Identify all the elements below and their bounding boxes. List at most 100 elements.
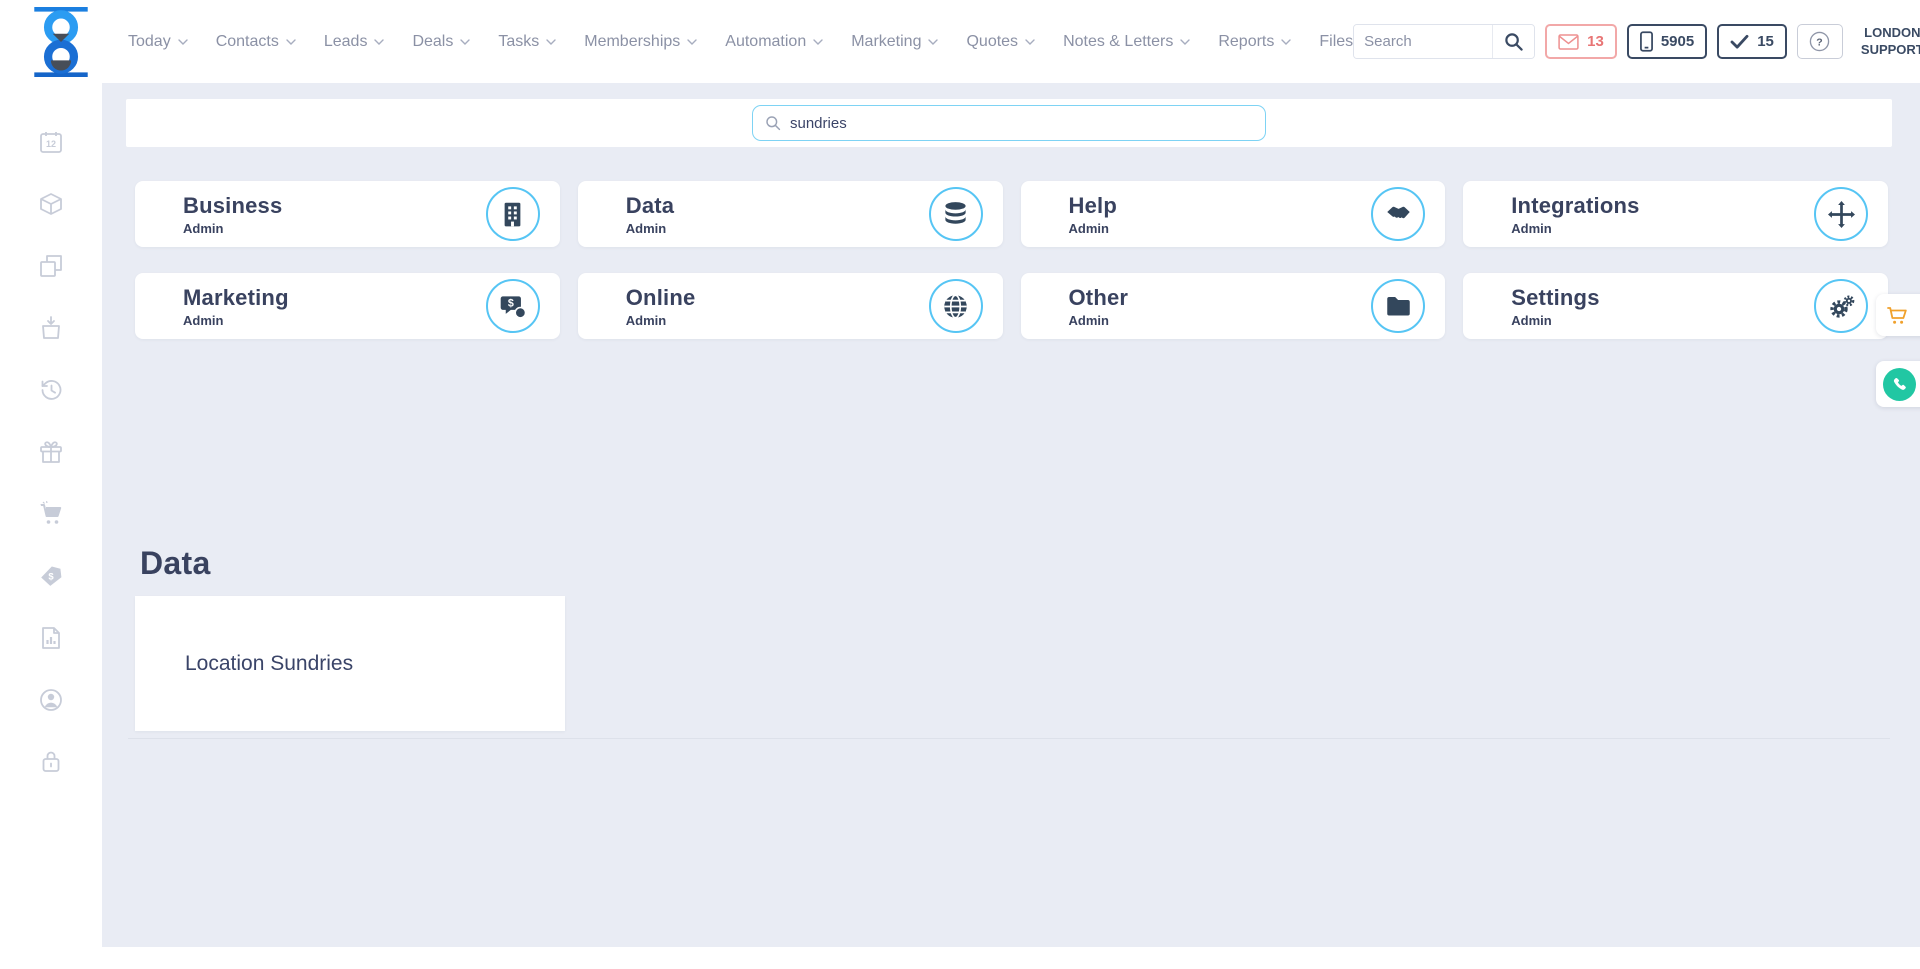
card-text: Marketing Admin: [183, 285, 486, 328]
card-data[interactable]: Data Admin: [577, 181, 1003, 247]
svg-text:$: $: [508, 297, 514, 309]
chevron-down-icon: [286, 38, 296, 45]
mail-badge-button[interactable]: 13: [1545, 24, 1617, 59]
help-button[interactable]: ?: [1796, 24, 1843, 59]
card-text: Other Admin: [1069, 285, 1372, 328]
shopping-cart-icon[interactable]: [38, 501, 64, 527]
nav-item-files[interactable]: Files: [1319, 33, 1353, 51]
report-document-icon[interactable]: [38, 625, 64, 651]
calendar-12-icon[interactable]: 12: [38, 129, 64, 155]
bottom-strip: [102, 947, 1920, 969]
tasks-badge-button[interactable]: 15: [1717, 24, 1787, 59]
chevron-down-icon: [178, 38, 188, 45]
nav-item-deals[interactable]: Deals: [412, 32, 471, 51]
card-subtitle: Admin: [1068, 312, 1109, 328]
card-text: Help Admin: [1069, 193, 1372, 236]
nav-label: Deals: [412, 32, 454, 50]
comment-dollar-icon: $: [485, 279, 540, 333]
card-settings[interactable]: Settings Admin: [1463, 273, 1888, 339]
nav-item-tasks[interactable]: Tasks: [498, 33, 556, 51]
nav-label: Today: [128, 32, 171, 50]
nav-label: Tasks: [498, 32, 540, 50]
card-business[interactable]: Business Admin: [135, 181, 560, 247]
cart-widget-button[interactable]: [1876, 294, 1920, 336]
search-icon: [1505, 33, 1523, 51]
bag-receive-icon[interactable]: [38, 315, 64, 341]
nav-label: Files: [1319, 32, 1354, 50]
user-name[interactable]: LONDON SUPPORT: [1861, 25, 1920, 59]
chevron-down-icon: [813, 38, 823, 45]
search-icon: [766, 116, 781, 131]
nav-label: Memberships: [584, 32, 681, 50]
result-label: Location Sundries: [185, 651, 354, 675]
nav-label: Marketing: [851, 32, 922, 50]
question-circle-icon: ?: [1810, 31, 1830, 52]
folder-icon: [1371, 279, 1426, 333]
nav-label: Leads: [323, 32, 368, 50]
card-text: Settings Admin: [1511, 285, 1814, 328]
nav-label: Contacts: [215, 32, 279, 50]
nav-item-today[interactable]: Today: [128, 33, 188, 51]
globe-icon: [928, 279, 983, 333]
body-row: 12 $ sundries Business Admin Data Admin …: [0, 83, 1920, 969]
main-content: Business Admin Data Admin: [102, 83, 1920, 969]
account-circle-icon[interactable]: [38, 687, 64, 713]
mobile-phone-icon: [1639, 31, 1653, 52]
global-search-input[interactable]: [1354, 25, 1493, 58]
chevron-down-icon: [546, 38, 556, 45]
section-heading: Data: [140, 545, 211, 581]
chevron-down-icon: [1281, 38, 1292, 45]
card-title: Integrations: [1511, 192, 1640, 218]
chevron-down-icon: [1025, 38, 1035, 45]
nav-label: Automation: [725, 32, 807, 50]
nav-item-automation[interactable]: Automation: [725, 33, 823, 51]
card-text: Business Admin: [183, 193, 486, 236]
lock-icon[interactable]: [38, 749, 64, 775]
cart-icon: [1887, 307, 1907, 324]
nav-item-marketing[interactable]: Marketing: [851, 32, 939, 51]
chevron-down-icon: [460, 38, 471, 45]
card-marketing[interactable]: Marketing Admin $: [135, 273, 560, 339]
package-cube-icon[interactable]: [38, 191, 64, 217]
topbar-right-controls: 13 5905 15 ? LONDON SUPPORT: [1353, 22, 1920, 62]
sidebar: 12 $: [0, 83, 102, 969]
duplicate-icon[interactable]: [38, 253, 64, 279]
card-other[interactable]: Other Admin: [1020, 273, 1446, 339]
card-help[interactable]: Help Admin: [1020, 181, 1446, 247]
page-search-input[interactable]: [790, 114, 1253, 132]
svg-text:12: 12: [46, 139, 56, 149]
nav-item-leads[interactable]: Leads: [324, 33, 385, 51]
nav-label: Reports: [1218, 32, 1275, 50]
global-search-box: [1353, 24, 1536, 59]
nav-item-reports[interactable]: Reports: [1218, 32, 1292, 51]
envelope-icon: [1558, 33, 1579, 50]
search-result-item[interactable]: Location Sundries: [135, 596, 565, 731]
phone-circle: [1883, 367, 1916, 401]
nav-item-notes-letters[interactable]: Notes & Letters: [1063, 33, 1191, 51]
phone-badge-button[interactable]: 5905: [1626, 24, 1708, 59]
card-title: Business: [183, 192, 283, 218]
card-title: Other: [1068, 284, 1129, 310]
page-search-field: [752, 105, 1266, 141]
nav-item-contacts[interactable]: Contacts: [216, 33, 296, 51]
nav-item-quotes[interactable]: Quotes: [966, 33, 1035, 51]
call-widget-button[interactable]: [1876, 361, 1920, 407]
nav-item-memberships[interactable]: Memberships: [584, 33, 697, 51]
admin-cards-grid: Business Admin Data Admin Help Admin Int…: [135, 181, 1888, 339]
history-icon[interactable]: [38, 377, 64, 403]
card-title: Online: [625, 284, 696, 310]
building-icon: [485, 187, 540, 241]
chevron-down-icon: [928, 38, 939, 45]
handshake-icon: [1371, 187, 1426, 241]
gift-icon[interactable]: [38, 439, 64, 465]
price-tag-dollar-icon[interactable]: $: [38, 563, 64, 589]
nav-label: Quotes: [966, 32, 1019, 50]
card-integrations[interactable]: Integrations Admin: [1463, 181, 1888, 247]
card-title: Settings: [1511, 284, 1600, 310]
card-online[interactable]: Online Admin: [577, 273, 1003, 339]
user-name-line2: SUPPORT: [1860, 41, 1920, 57]
search-button[interactable]: [1492, 25, 1535, 58]
card-title: Data: [625, 192, 675, 218]
card-subtitle: Admin: [1511, 312, 1552, 328]
card-title: Marketing: [183, 284, 289, 310]
